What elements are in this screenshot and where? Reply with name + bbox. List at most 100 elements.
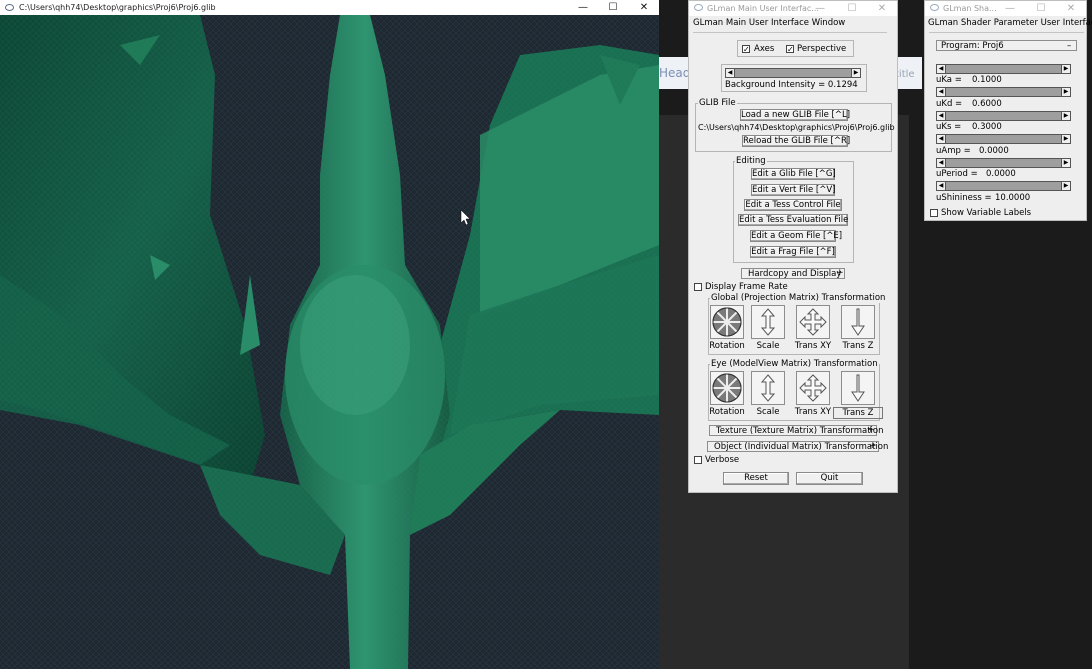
- texture-transformation-text: Texture (Texture Matrix) Transformation: [716, 426, 884, 436]
- slider-left-arrow-icon[interactable]: ◀: [726, 69, 735, 77]
- eye-translate-xy-control[interactable]: [796, 371, 830, 405]
- global-translate-z-label: Trans Z: [842, 341, 874, 351]
- global-transformation-label: Global (Projection Matrix) Transformatio…: [710, 293, 887, 303]
- expand-plus-icon[interactable]: +: [867, 426, 875, 435]
- uks-label: uKs =: [936, 122, 962, 132]
- shader-parameter-window: GLman Sha... — ☐ ✕ GLman Shader Paramete…: [924, 0, 1092, 221]
- program-rollout[interactable]: Program: Proj6 –: [936, 40, 1077, 51]
- move-xy-icon: [799, 374, 827, 402]
- object-transformation-rollout[interactable]: Object (Individual Matrix) Transformatio…: [707, 441, 888, 452]
- background-intensity-label: Background Intensity = 0.1294: [725, 80, 858, 90]
- reset-button[interactable]: Reset: [723, 472, 789, 485]
- close-icon[interactable]: ✕: [867, 1, 897, 16]
- collapse-minus-icon[interactable]: –: [1067, 41, 1071, 51]
- close-icon[interactable]: ✕: [1056, 1, 1086, 16]
- viewer-title: C:\Users\qhh74\Desktop\graphics\Proj6\Pr…: [19, 3, 216, 12]
- glib-file-group-label: GLIB File: [698, 98, 737, 108]
- uperiod-label: uPeriod =: [936, 169, 978, 179]
- shader-titlebar[interactable]: GLman Sha... — ☐ ✕: [925, 1, 1086, 16]
- verbose-checkbox[interactable]: [694, 456, 702, 464]
- eye-scale-label: Scale: [756, 407, 780, 417]
- uka-slider[interactable]: ◀ ▶: [936, 64, 1071, 74]
- eye-transformation-label: Eye (ModelView Matrix) Transformation: [710, 359, 879, 369]
- glib-file-path: C:\Users\qhh74\Desktop\graphics\Proj6\Pr…: [698, 123, 895, 132]
- eye-translate-z-control[interactable]: [841, 371, 875, 405]
- expand-plus-icon[interactable]: +: [869, 442, 877, 451]
- uks-slider[interactable]: ◀ ▶: [936, 111, 1071, 121]
- uamp-value: 0.0000: [979, 146, 1009, 156]
- axes-checkbox[interactable]: ✓: [742, 45, 750, 54]
- eye-translate-z-label: Trans Z: [833, 407, 883, 419]
- uka-value: 0.1000: [972, 75, 1002, 85]
- maximize-icon[interactable]: ☐: [598, 0, 628, 15]
- minimize-icon[interactable]: —: [805, 1, 835, 16]
- ukd-label: uKd =: [936, 99, 963, 109]
- global-translate-xy-label: Trans XY: [794, 341, 832, 351]
- scale-arrows-icon: [760, 374, 776, 402]
- divider: [693, 32, 887, 33]
- background-intensity-slider[interactable]: ◀ ▶: [725, 68, 861, 78]
- maximize-icon[interactable]: ☐: [1026, 1, 1056, 16]
- maximize-icon[interactable]: ☐: [837, 1, 867, 16]
- edit-tess-evaluation-file-button[interactable]: Edit a Tess Evaluation File: [738, 214, 848, 226]
- uperiod-slider[interactable]: ◀ ▶: [936, 158, 1071, 168]
- divider: [929, 32, 1084, 33]
- verbose-label: Verbose: [705, 455, 740, 465]
- perspective-label: Perspective: [797, 44, 847, 54]
- global-rotation-control[interactable]: [710, 305, 744, 339]
- main-ui-title: GLman Main User Interfac...: [707, 4, 819, 13]
- hardcopy-display-rollout[interactable]: Hardcopy and Display +: [741, 268, 845, 279]
- hardcopy-label: Hardcopy and Display: [748, 269, 842, 279]
- display-frame-rate-checkbox[interactable]: [694, 283, 702, 291]
- app-icon: [694, 4, 703, 11]
- slider-right-arrow-icon[interactable]: ▶: [851, 69, 860, 77]
- edit-frag-file-button[interactable]: Edit a Frag File [^F]: [750, 246, 836, 258]
- uamp-label: uAmp =: [936, 146, 971, 156]
- app-icon: [930, 4, 939, 11]
- show-variable-labels-label: Show Variable Labels: [941, 208, 1032, 218]
- object-transformation-text: Object (Individual Matrix) Transformatio…: [714, 442, 889, 452]
- global-scale-control[interactable]: [751, 305, 785, 339]
- show-variable-labels-checkbox[interactable]: [930, 209, 938, 217]
- edit-geom-file-button[interactable]: Edit a Geom File [^E]: [750, 230, 842, 242]
- minimize-icon[interactable]: —: [995, 1, 1025, 16]
- shader-header: GLman Shader Parameter User Interface: [928, 18, 1092, 28]
- main-ui-titlebar[interactable]: GLman Main User Interfac... — ☐ ✕: [689, 1, 897, 16]
- shader-window-title: GLman Sha...: [943, 4, 997, 13]
- edit-tess-control-file-button[interactable]: Edit a Tess Control File: [744, 199, 842, 211]
- uka-label: uKa =: [936, 75, 962, 85]
- main-ui-header: GLman Main User Interface Window: [693, 18, 846, 28]
- ukd-value: 0.6000: [972, 99, 1002, 109]
- main-ui-window: GLman Main User Interfac... — ☐ ✕ GLman …: [688, 0, 898, 493]
- perspective-checkbox[interactable]: ✓: [786, 45, 794, 54]
- app-icon: [5, 4, 14, 11]
- eye-rotation-control[interactable]: [710, 371, 744, 405]
- quit-button[interactable]: Quit: [796, 472, 863, 485]
- global-translate-xy-control[interactable]: [796, 305, 830, 339]
- edit-vert-file-button[interactable]: Edit a Vert File [^V]: [751, 184, 835, 196]
- load-glib-file-button[interactable]: Load a new GLIB File [^L]: [740, 109, 850, 121]
- uperiod-value: 0.0000: [986, 169, 1016, 179]
- reload-glib-file-button[interactable]: Reload the GLIB File [^R]: [742, 135, 850, 147]
- uamp-slider[interactable]: ◀ ▶: [936, 134, 1071, 144]
- global-translate-z-control[interactable]: [841, 305, 875, 339]
- background-head-text: Head: [659, 66, 691, 80]
- expand-plus-icon[interactable]: +: [836, 269, 844, 278]
- move-xy-icon: [799, 308, 827, 336]
- ushininess-slider[interactable]: ◀ ▶: [936, 181, 1071, 191]
- scale-arrows-icon: [760, 308, 776, 336]
- minimize-icon[interactable]: —: [568, 0, 598, 15]
- ukd-slider[interactable]: ◀ ▶: [936, 87, 1071, 97]
- edit-glib-file-button[interactable]: Edit a Glib File [^G]: [751, 168, 836, 180]
- program-label: Program: Proj6: [941, 41, 1004, 51]
- move-z-icon: [851, 374, 865, 402]
- ushininess-value: 10.0000: [995, 193, 1031, 203]
- texture-transformation-rollout[interactable]: Texture (Texture Matrix) Transformation …: [709, 425, 884, 436]
- viewer-titlebar[interactable]: C:\Users\qhh74\Desktop\graphics\Proj6\Pr…: [0, 0, 659, 15]
- 3d-render-canvas[interactable]: [0, 15, 659, 669]
- eye-scale-control[interactable]: [751, 371, 785, 405]
- eye-translate-xy-label: Trans XY: [794, 407, 832, 417]
- close-icon[interactable]: ✕: [629, 0, 659, 15]
- rotation-sphere-icon: [712, 373, 742, 403]
- display-frame-rate-label: Display Frame Rate: [705, 282, 788, 292]
